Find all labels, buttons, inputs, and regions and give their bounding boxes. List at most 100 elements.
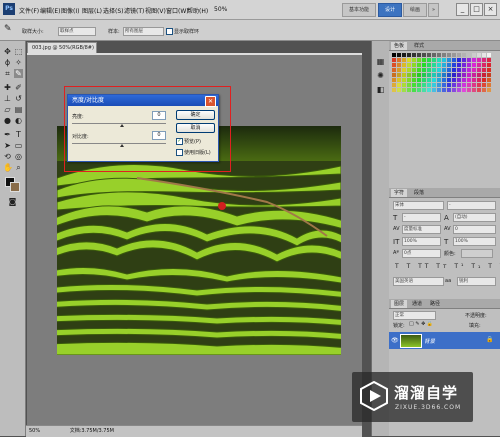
workspace-paint[interactable]: 绘画 [403, 3, 427, 17]
color-swatch[interactable] [487, 68, 491, 72]
color-swatch[interactable] [437, 78, 441, 82]
color-swatch[interactable] [427, 68, 431, 72]
color-swatch[interactable] [462, 88, 466, 92]
color-swatch[interactable] [452, 63, 456, 67]
color-swatch[interactable] [437, 88, 441, 92]
tab-paragraph[interactable]: 段落 [411, 189, 427, 197]
color-swatch[interactable] [467, 88, 471, 92]
color-swatch[interactable] [392, 83, 396, 87]
show-ring-checkbox[interactable] [166, 28, 173, 35]
tab-swatches[interactable]: 色板 [391, 42, 408, 50]
color-swatch[interactable] [487, 58, 491, 62]
text-color-swatch[interactable] [461, 249, 493, 258]
dialog-close-icon[interactable]: ✕ [205, 96, 216, 107]
color-swatch[interactable] [432, 88, 436, 92]
color-swatch[interactable] [462, 53, 466, 57]
color-swatch[interactable] [482, 83, 486, 87]
color-swatch[interactable] [397, 63, 401, 67]
pen-tool-icon[interactable]: ✒ [3, 130, 12, 139]
swatch-grid[interactable] [392, 53, 496, 93]
color-swatch[interactable] [462, 78, 466, 82]
color-swatch[interactable] [442, 68, 446, 72]
background-color-swatch[interactable] [10, 182, 20, 192]
shape-tool-icon[interactable]: ▭ [14, 141, 23, 150]
color-swatch[interactable] [457, 88, 461, 92]
color-swatch[interactable] [402, 68, 406, 72]
color-swatch[interactable] [457, 78, 461, 82]
color-swatch[interactable] [452, 83, 456, 87]
type-tool-icon[interactable]: T [14, 130, 23, 139]
color-swatch[interactable] [432, 78, 436, 82]
vertical-scale-input[interactable]: 100% [402, 237, 441, 246]
antialias-select[interactable]: 锐利 [457, 277, 496, 286]
color-swatch[interactable] [457, 68, 461, 72]
color-swatch[interactable] [407, 78, 411, 82]
color-swatch[interactable] [477, 68, 481, 72]
color-swatch[interactable] [402, 88, 406, 92]
sample-size-select[interactable]: 取样点 [58, 27, 96, 36]
eyedropper-icon[interactable]: ✎ [4, 24, 12, 34]
color-swatch[interactable] [467, 68, 471, 72]
color-swatch[interactable] [432, 53, 436, 57]
language-select[interactable]: 美国英语 [393, 277, 444, 286]
tab-layers[interactable]: 图层 [391, 300, 408, 308]
color-swatch[interactable] [417, 73, 421, 77]
color-swatch[interactable] [407, 83, 411, 87]
stamp-tool-icon[interactable]: ⊥ [3, 94, 12, 103]
leading-input[interactable]: (自动) [453, 213, 496, 222]
color-swatch[interactable] [412, 53, 416, 57]
color-swatch[interactable] [487, 63, 491, 67]
color-swatch[interactable] [457, 83, 461, 87]
color-swatch[interactable] [442, 88, 446, 92]
brightness-slider-thumb[interactable] [120, 124, 124, 127]
menu-layer[interactable]: 图层(L) [82, 6, 102, 15]
color-swatch[interactable] [472, 63, 476, 67]
healing-tool-icon[interactable]: ✚ [3, 83, 12, 92]
color-swatch[interactable] [392, 68, 396, 72]
color-swatch[interactable] [397, 68, 401, 72]
color-swatch[interactable] [487, 78, 491, 82]
color-swatch[interactable] [487, 88, 491, 92]
color-swatch[interactable] [452, 78, 456, 82]
color-swatch[interactable] [397, 88, 401, 92]
color-swatch[interactable] [397, 58, 401, 62]
contrast-slider-thumb[interactable] [120, 144, 124, 147]
close-button[interactable]: × [484, 3, 497, 16]
color-swatch[interactable] [432, 73, 436, 77]
color-swatch[interactable] [442, 73, 446, 77]
sample-select[interactable]: 所有图层 [123, 27, 164, 36]
color-swatch[interactable] [447, 83, 451, 87]
color-swatch[interactable] [477, 78, 481, 82]
color-swatch[interactable] [407, 88, 411, 92]
color-swatch[interactable] [442, 83, 446, 87]
menu-file[interactable]: 文件(F) [19, 6, 39, 15]
color-swatch[interactable] [482, 53, 486, 57]
color-swatch[interactable] [397, 73, 401, 77]
font-size-input[interactable]: - [402, 213, 441, 222]
color-swatch[interactable] [482, 88, 486, 92]
tab-channels[interactable]: 通道 [409, 300, 425, 308]
color-swatch[interactable] [447, 53, 451, 57]
color-swatch[interactable] [422, 78, 426, 82]
color-swatch[interactable] [412, 78, 416, 82]
visibility-eye-icon[interactable]: 👁 [391, 337, 399, 344]
color-swatch[interactable] [467, 73, 471, 77]
tab-paths[interactable]: 路径 [427, 300, 443, 308]
eraser-tool-icon[interactable]: ▱ [3, 105, 12, 114]
color-swatch[interactable] [452, 88, 456, 92]
color-swatch[interactable] [427, 63, 431, 67]
menu-select[interactable]: 选择(S) [103, 6, 124, 15]
hand-tool-icon[interactable]: ✋ [3, 163, 13, 172]
color-swatch[interactable] [487, 73, 491, 77]
color-swatch[interactable] [432, 63, 436, 67]
color-swatch[interactable] [462, 68, 466, 72]
color-swatch[interactable] [422, 88, 426, 92]
font-family-select[interactable]: 宋体 [393, 201, 444, 210]
color-swatch[interactable] [477, 53, 481, 57]
baseline-input[interactable]: 0点 [402, 249, 441, 258]
color-swatch[interactable] [487, 53, 491, 57]
blur-tool-icon[interactable]: ● [3, 116, 12, 125]
color-swatch[interactable] [412, 88, 416, 92]
tab-character[interactable]: 字符 [391, 189, 408, 197]
color-swatch[interactable] [457, 53, 461, 57]
